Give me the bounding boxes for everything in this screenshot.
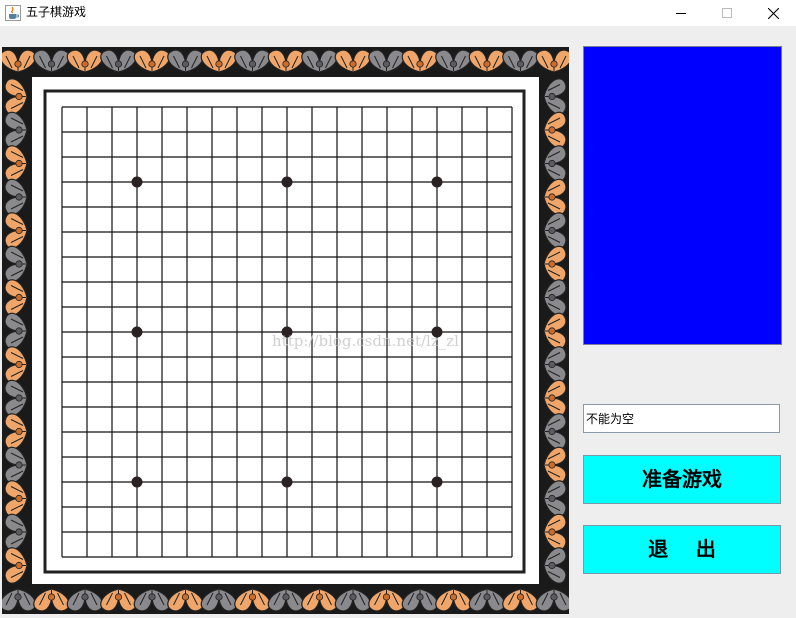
title-bar: 五子棋游戏 xyxy=(0,0,796,26)
star-point xyxy=(281,176,293,188)
watermark-text: http://blog.csdn.net/lz_zl xyxy=(272,332,459,350)
star-point xyxy=(281,476,293,488)
ready-game-button[interactable]: 准备游戏 xyxy=(583,455,781,504)
gomoku-board[interactable]: http://blog.csdn.net/lz_zl xyxy=(2,47,569,614)
maximize-icon xyxy=(722,8,732,18)
close-icon xyxy=(767,7,779,19)
star-point xyxy=(131,176,143,188)
java-cup-icon[interactable] xyxy=(5,5,21,21)
client-area: http://blog.csdn.net/lz_zl 准备游戏 退 出 xyxy=(0,26,796,618)
star-point xyxy=(431,176,443,188)
star-point xyxy=(131,326,143,338)
minimize-icon xyxy=(676,13,686,14)
player-name-input[interactable] xyxy=(583,404,780,433)
maximize-button[interactable] xyxy=(704,0,750,26)
star-point xyxy=(131,476,143,488)
player-info-panel xyxy=(583,46,782,345)
window-title: 五子棋游戏 xyxy=(26,5,87,19)
close-button[interactable] xyxy=(750,0,796,26)
star-point xyxy=(431,476,443,488)
exit-button[interactable]: 退 出 xyxy=(583,525,781,574)
minimize-button[interactable] xyxy=(658,0,704,26)
